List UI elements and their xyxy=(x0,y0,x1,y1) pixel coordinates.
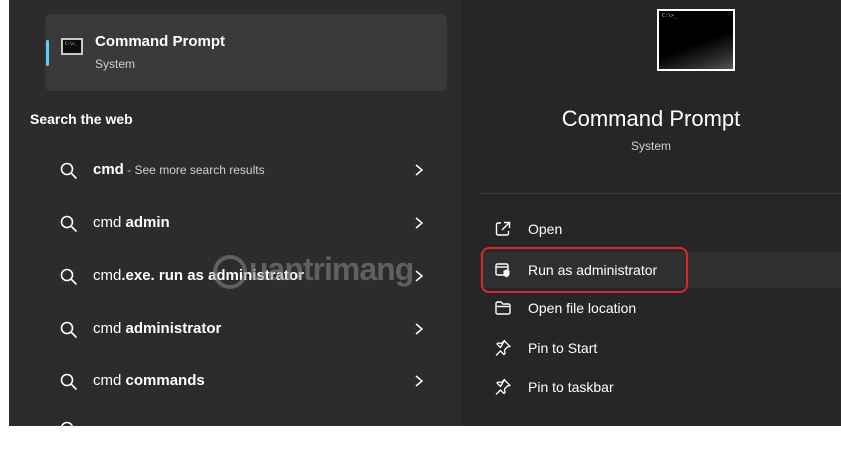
pin-icon xyxy=(495,378,511,395)
chevron-right-icon xyxy=(415,270,424,282)
web-result-cmd-commands[interactable]: cmd commands xyxy=(45,362,447,402)
action-open[interactable]: Open xyxy=(480,211,841,247)
action-open-file-location[interactable]: Open file location xyxy=(480,290,841,326)
web-result-label: cmd.exe. run as administrator xyxy=(93,267,304,284)
best-match-command-prompt[interactable]: C:\>_ Command Prompt System xyxy=(45,14,447,91)
search-results-panel: C:\>_ Command Prompt System Search the w… xyxy=(9,0,461,438)
highlight-annotation xyxy=(481,247,688,293)
best-match-subtitle: System xyxy=(95,57,136,71)
app-title: Command Prompt xyxy=(561,106,741,131)
search-icon xyxy=(60,268,77,285)
search-icon xyxy=(60,321,77,338)
search-icon xyxy=(60,373,77,390)
app-subtitle: System xyxy=(630,139,671,153)
action-pin-to-taskbar[interactable]: Pin to taskbar xyxy=(480,369,841,405)
chevron-right-icon xyxy=(415,323,424,335)
chevron-right-icon xyxy=(415,375,424,387)
web-result-cmd-admin[interactable]: cmd admin xyxy=(45,204,447,244)
cmd-app-preview: C:\>_ xyxy=(657,9,735,71)
web-result-partial[interactable] xyxy=(45,410,447,450)
selection-indicator xyxy=(46,40,49,66)
web-result-cmd-administrator[interactable]: cmd administrator xyxy=(45,310,447,350)
divider xyxy=(480,193,841,194)
search-icon xyxy=(60,162,77,179)
web-result-cmd-exe-run-as-admin[interactable]: cmd.exe. run as administrator xyxy=(45,257,447,297)
web-result-label: cmd - See more search results xyxy=(93,161,265,178)
search-icon xyxy=(60,215,77,232)
web-result-label: cmd admin xyxy=(93,214,170,231)
best-match-title: Command Prompt xyxy=(95,33,226,50)
web-result-label: cmd commands xyxy=(93,372,205,389)
chevron-right-icon xyxy=(415,217,424,229)
cmd-app-icon: C:\>_ xyxy=(61,38,83,55)
web-result-cmd[interactable]: cmd - See more search results xyxy=(45,151,447,191)
open-icon xyxy=(495,221,511,236)
pin-icon xyxy=(495,339,511,356)
search-web-heading: Search the web xyxy=(30,111,133,127)
web-result-label: cmd administrator xyxy=(93,320,222,337)
action-pin-to-start[interactable]: Pin to Start xyxy=(480,330,841,366)
folder-icon xyxy=(495,301,511,315)
app-details-panel: C:\>_ Command Prompt System Open Run as … xyxy=(461,0,841,426)
chevron-right-icon xyxy=(415,164,424,176)
search-icon xyxy=(60,421,77,438)
